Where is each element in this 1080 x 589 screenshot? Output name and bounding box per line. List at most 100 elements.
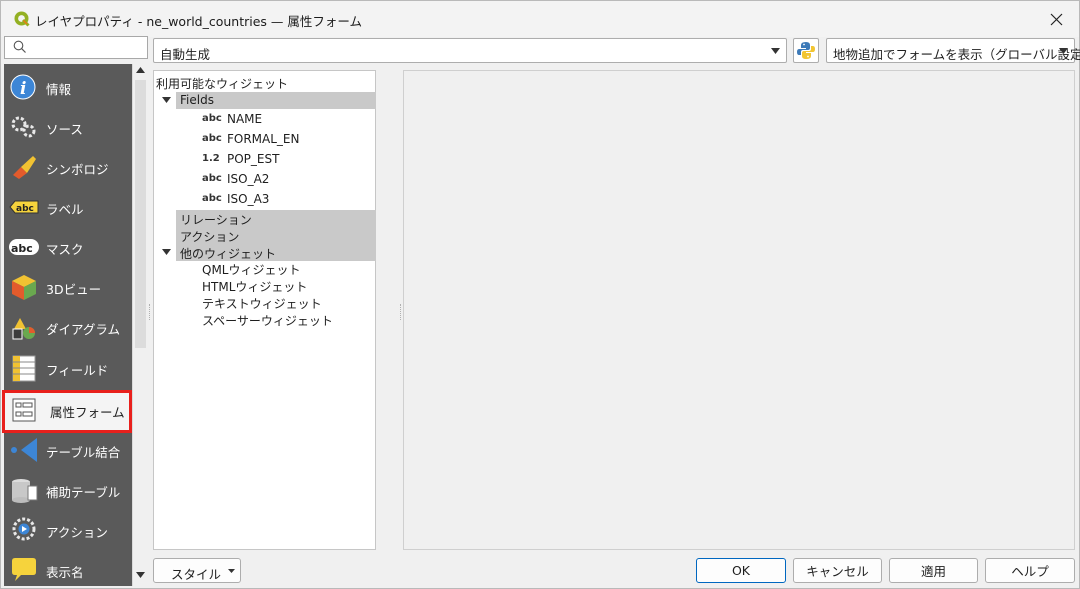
tree-field-item[interactable]: 1.2 POP_EST — [154, 151, 376, 168]
sidebar-scrollbar[interactable] — [132, 64, 148, 586]
expand-down-icon[interactable] — [162, 249, 171, 255]
scroll-up-icon[interactable] — [136, 67, 145, 73]
sidebar-item-mask[interactable]: abc マスク — [4, 227, 132, 267]
sidebar-item-label: アクション — [46, 525, 108, 540]
widget-name: テキストウィジェット — [202, 297, 322, 311]
sidebar-item-label: 情報 — [46, 82, 72, 97]
field-name: ISO_A3 — [227, 192, 270, 206]
scroll-down-icon[interactable] — [136, 572, 145, 578]
layout-mode-combo[interactable]: 自動生成 — [153, 38, 787, 63]
form-suppress-combo[interactable]: 地物追加でフォームを表示（グローバル設定） — [826, 38, 1080, 63]
python-init-button[interactable] — [793, 38, 819, 63]
expand-down-icon[interactable] — [162, 97, 171, 103]
layout-mode-value: 自動生成 — [160, 47, 211, 62]
scrollbar-thumb[interactable] — [135, 80, 146, 348]
info-icon: i — [10, 74, 36, 100]
style-button[interactable]: スタイル — [153, 558, 241, 583]
sidebar-item-label: マスク — [46, 242, 84, 257]
tree-group-label: アクション — [180, 230, 240, 244]
tree-field-item[interactable]: abc NAME — [154, 111, 376, 128]
close-button[interactable] — [1041, 5, 1071, 33]
sidebar-item-label: テーブル結合 — [46, 445, 121, 460]
field-type-icon: abc — [202, 193, 222, 204]
sidebar-item-information[interactable]: i 情報 — [4, 67, 132, 107]
symbology-icon — [13, 156, 36, 179]
sidebar-item-source[interactable]: ソース — [4, 107, 132, 147]
tree-widget-item[interactable]: HTMLウィジェット — [154, 278, 376, 295]
sidebar-item-label: ダイアグラム — [46, 322, 121, 337]
sidebar-item-fields[interactable]: フィールド — [4, 348, 132, 388]
search-icon — [13, 40, 26, 53]
help-button[interactable]: ヘルプ — [985, 558, 1075, 583]
close-icon — [1050, 13, 1062, 25]
sidebar-item-label: フィールド — [46, 363, 109, 378]
tree-group-label: Fields — [180, 93, 214, 107]
search-input[interactable] — [4, 36, 148, 59]
form-suppress-value: 地物追加でフォームを表示（グローバル設定） — [833, 47, 1080, 62]
tree-group-actions[interactable]: アクション — [176, 227, 376, 244]
sidebar-item-symbology[interactable]: シンボロジ — [4, 147, 132, 187]
selection-highlight — [2, 390, 132, 433]
form-layout-panel — [403, 70, 1075, 550]
sidebar-item-auxiliary-storage[interactable]: 補助テーブル — [4, 470, 132, 510]
tree-group-fields[interactable]: Fields — [162, 92, 376, 109]
auxiliary-storage-icon — [12, 479, 38, 503]
ok-button[interactable]: OK — [696, 558, 786, 583]
source-icon — [11, 116, 36, 138]
field-name: FORMAL_EN — [227, 132, 300, 146]
tree-widget-item[interactable]: テキストウィジェット — [154, 295, 376, 312]
tree-widget-item[interactable]: QMLウィジェット — [154, 261, 376, 278]
chevron-down-icon — [228, 569, 235, 573]
chevron-down-icon — [771, 48, 780, 54]
tree-header: 利用可能なウィジェット — [156, 77, 289, 91]
svg-text:abc: abc — [11, 242, 33, 255]
tree-field-item[interactable]: abc ISO_A3 — [154, 191, 376, 208]
svg-text:i: i — [20, 79, 26, 99]
fields-icon — [12, 355, 36, 382]
tree-group-other-widgets[interactable]: 他のウィジェット — [162, 244, 376, 261]
joins-icon — [11, 438, 37, 462]
sidebar: i 情報 ソース シンボロジ abc ラベル abc マスク 3Dビュー ダイア… — [4, 64, 132, 586]
chevron-down-icon — [1059, 48, 1068, 54]
3d-view-icon — [12, 275, 36, 300]
field-name: POP_EST — [227, 152, 280, 166]
labels-icon: abc — [9, 200, 39, 214]
apply-button[interactable]: 適用 — [889, 558, 978, 583]
tree-group-relations[interactable]: リレーション — [176, 210, 376, 227]
sidebar-item-3d-view[interactable]: 3Dビュー — [4, 267, 132, 307]
tree-field-item[interactable]: abc ISO_A2 — [154, 171, 376, 188]
tree-widget-item[interactable]: スペーサーウィジェット — [154, 312, 376, 329]
tree-group-label: リレーション — [180, 213, 252, 227]
field-type-icon: abc — [202, 173, 222, 184]
sidebar-item-actions[interactable]: アクション — [4, 510, 132, 550]
python-icon — [797, 42, 815, 59]
sidebar-item-label: シンボロジ — [46, 162, 109, 177]
field-type-icon: 1.2 — [202, 153, 220, 164]
tree-group-label: 他のウィジェット — [180, 247, 277, 261]
title-bar: レイヤプロパティ - ne_world_countries — 属性フォーム — [1, 1, 1079, 37]
sidebar-item-diagram[interactable]: ダイアグラム — [4, 307, 132, 347]
sidebar-item-display[interactable]: 表示名 — [4, 550, 132, 586]
available-widgets-tree: 利用可能なウィジェット Fields abc NAME abc FORMAL_E… — [153, 70, 376, 550]
layer-properties-window: レイヤプロパティ - ne_world_countries — 属性フォーム i… — [0, 0, 1080, 589]
style-button-label: スタイル — [171, 567, 222, 582]
field-name: NAME — [227, 112, 263, 126]
svg-text:abc: abc — [16, 204, 34, 214]
splitter-handle[interactable] — [149, 304, 152, 320]
actions-icon — [12, 517, 36, 541]
sidebar-item-joins[interactable]: テーブル結合 — [4, 430, 132, 470]
widget-name: HTMLウィジェット — [202, 280, 308, 294]
window-title: レイヤプロパティ - ne_world_countries — 属性フォーム — [35, 14, 363, 29]
cancel-button[interactable]: キャンセル — [793, 558, 882, 583]
sidebar-item-labels[interactable]: abc ラベル — [4, 187, 132, 227]
qgis-logo-icon — [14, 11, 30, 27]
sidebar-item-label: ソース — [46, 122, 83, 137]
widget-name: スペーサーウィジェット — [202, 314, 333, 328]
sidebar-item-label: ラベル — [46, 202, 84, 217]
sidebar-item-label: 補助テーブル — [46, 485, 121, 500]
mask-icon: abc — [9, 239, 39, 255]
widget-name: QMLウィジェット — [202, 263, 301, 277]
diagram-icon — [12, 318, 35, 340]
tree-field-item[interactable]: abc FORMAL_EN — [154, 131, 376, 148]
sidebar-item-label: 3Dビュー — [46, 282, 102, 297]
